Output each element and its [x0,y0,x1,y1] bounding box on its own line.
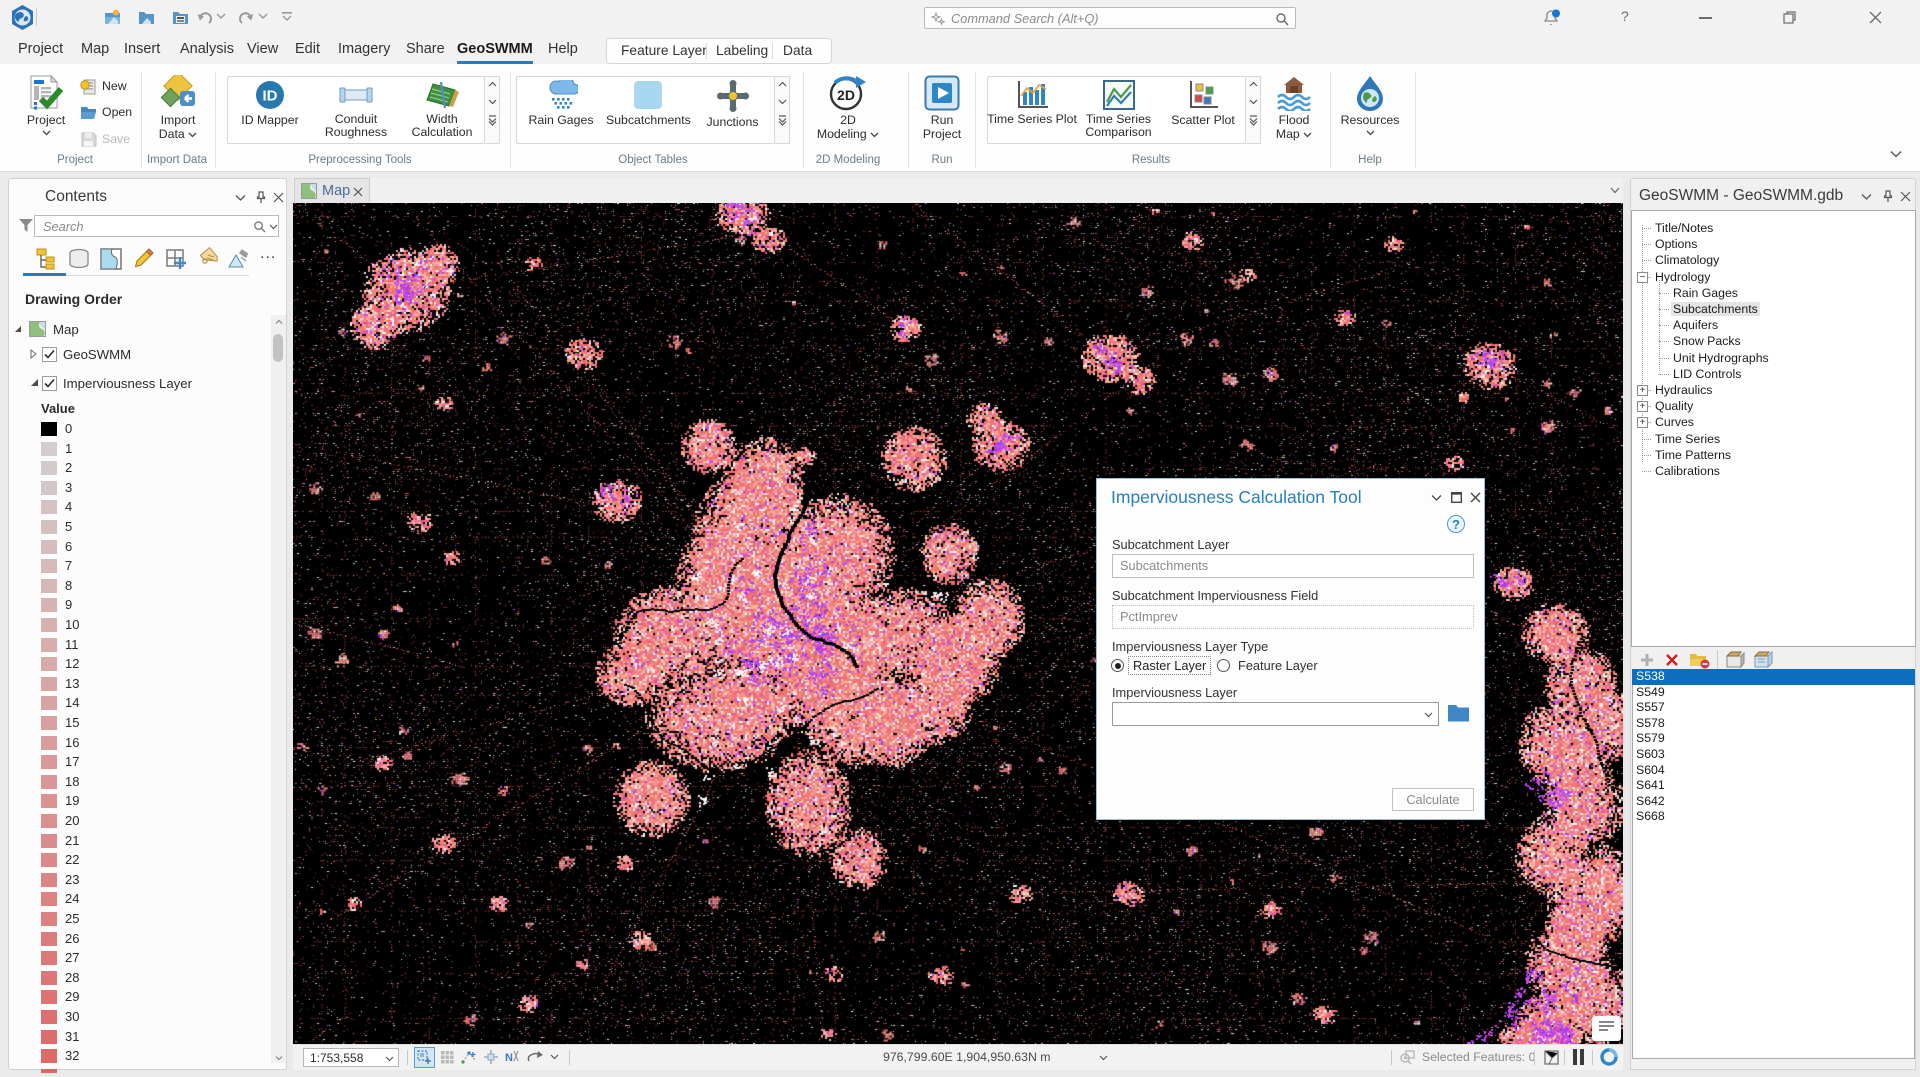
svg-text:N: N [505,1052,513,1064]
svg-text:ID: ID [263,88,278,105]
svg-text:2D: 2D [837,87,855,103]
